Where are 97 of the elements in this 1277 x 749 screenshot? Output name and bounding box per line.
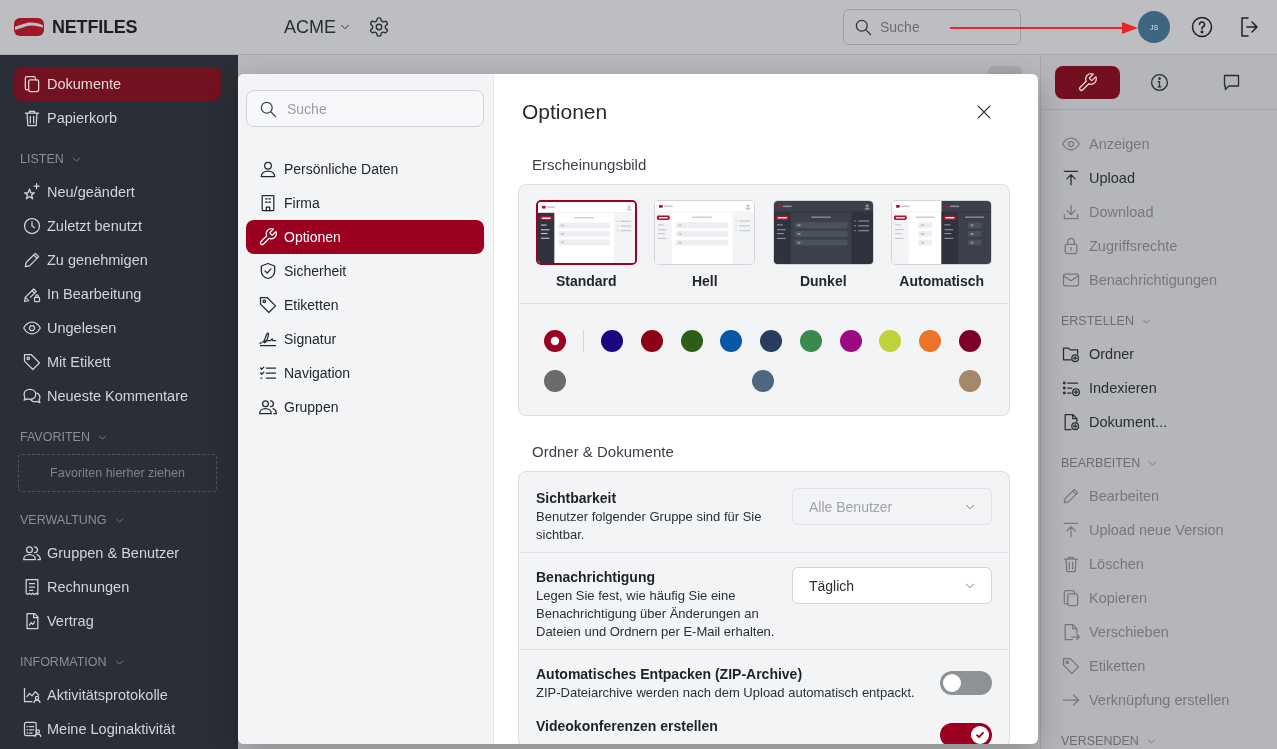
theme-option[interactable]: Hell: [654, 200, 756, 291]
color-swatch-icon[interactable]: [544, 370, 566, 392]
favorites-dropzone[interactable]: Favoriten hierher ziehen: [18, 454, 217, 492]
theme-option[interactable]: Automatisch: [891, 200, 993, 291]
settings-icon[interactable]: [368, 16, 390, 38]
toggle-switch[interactable]: [940, 671, 992, 695]
section-title: Ordner & Dokumente: [531, 442, 674, 462]
tag-icon: [22, 352, 42, 372]
pencil-icon: [22, 250, 42, 270]
color-swatch-icon[interactable]: [760, 330, 783, 352]
sidebar-item[interactable]: Neu/geändert: [14, 175, 221, 209]
tag-icon: [258, 295, 278, 315]
chat-bubbles-icon: [22, 386, 42, 406]
color-swatch-icon[interactable]: [720, 330, 743, 352]
color-swatch-icon[interactable]: [959, 370, 981, 392]
speech-bubble-icon: [1221, 72, 1242, 93]
color-swatch-icon[interactable]: [640, 330, 663, 352]
download-icon: [1061, 202, 1081, 222]
check-icon: [974, 729, 986, 741]
sidebar-item[interactable]: Mit Etikett: [14, 345, 221, 379]
setting-title: Benachrichtigung: [536, 568, 656, 587]
setting-description: Benutzer folgender Gruppe sind für Sie sichtbar.: [536, 508, 763, 544]
workspace-switcher[interactable]: ACME: [284, 16, 352, 38]
settings-nav-item[interactable]: Firma: [246, 186, 484, 220]
toggle-switch[interactable]: [940, 723, 992, 744]
setting-title: Videokonferenzen erstellen: [536, 717, 718, 736]
person-icon: [258, 159, 278, 179]
color-swatch-icon[interactable]: [751, 370, 774, 392]
settings-nav-item[interactable]: Signatur: [246, 322, 484, 356]
sidebar-item[interactable]: Gruppen & Benutzer: [14, 536, 221, 570]
search-field[interactable]: Suche: [843, 9, 1021, 45]
dropdown-field[interactable]: Täglich: [792, 567, 992, 604]
pages-icon: [1061, 588, 1081, 608]
sidebar-item[interactable]: Ungelesen: [14, 311, 221, 345]
panel-tab[interactable]: [1055, 66, 1120, 99]
sidebar-item[interactable]: Zu genehmigen: [14, 243, 221, 277]
setting-description: ZIP-Dateiarchive werden nach dem Upload automatisch entpackt.: [536, 684, 915, 702]
wrench-icon: [258, 227, 278, 247]
theme-option[interactable]: Dunkel: [772, 200, 874, 291]
sidebar-item[interactable]: Meine Loginaktivität: [14, 712, 221, 746]
wrench-icon: [1077, 72, 1098, 93]
settings-nav-item[interactable]: Optionen: [246, 220, 484, 254]
list-person-icon: [22, 719, 42, 739]
color-swatch-icon[interactable]: [879, 330, 902, 352]
setting-title: Automatisches Entpacken (ZIP-Archive): [536, 665, 804, 684]
people-icon: [22, 543, 42, 563]
color-swatch-icon[interactable]: [919, 330, 942, 352]
settings-nav-item[interactable]: Persönliche Daten: [246, 152, 484, 186]
settings-nav-item[interactable]: Navigation: [246, 356, 484, 390]
sidebar-item[interactable]: Vertrag: [14, 604, 221, 638]
section-header[interactable]: LISTEN: [14, 135, 83, 175]
search-field[interactable]: Suche: [246, 90, 484, 127]
settings-nav-item[interactable]: Sicherheit: [246, 254, 484, 288]
sidebar-item[interactable]: Aktivitätsprotokolle: [14, 678, 221, 712]
setting-title: Sichtbarkeit: [536, 489, 618, 508]
trash-icon: [22, 108, 42, 128]
section-header[interactable]: INFORMATION: [14, 638, 126, 678]
setting-description: Legen Sie fest, wie häufig Sie eine Benachrichtigung über Änderungen an Dateien und Ordnern per E-Mail erhalten.: [536, 587, 776, 641]
trash-icon: [1061, 554, 1081, 574]
sidebar-item[interactable]: Papierkorb: [14, 101, 221, 135]
shield-check-icon: [258, 261, 278, 281]
upload-icon: [1061, 168, 1081, 188]
pages-icon: [22, 74, 42, 94]
logo-text: NETFILES: [52, 16, 138, 38]
chart-person-icon: [22, 685, 42, 705]
settings-nav-item[interactable]: Etiketten: [246, 288, 484, 322]
sidebar-item[interactable]: Zuletzt benutzt: [14, 209, 221, 243]
color-swatch-icon[interactable]: [544, 330, 566, 352]
sidebar-item[interactable]: In Bearbeitung: [14, 277, 221, 311]
pencil-icon: [1061, 486, 1081, 506]
action-item[interactable]: Upload: [1061, 161, 1277, 195]
section-title: Erscheinungsbild: [531, 155, 647, 175]
info-icon: [1149, 72, 1170, 93]
search-icon: [853, 17, 873, 37]
color-swatch-icon[interactable]: [680, 330, 703, 352]
color-swatch-icon[interactable]: [958, 330, 981, 352]
theme-option[interactable]: Standard: [535, 200, 637, 291]
action-item[interactable]: Indexieren: [1061, 371, 1277, 405]
sparkle-star-icon: [22, 182, 42, 202]
color-swatch-icon[interactable]: [799, 330, 822, 352]
tag-icon: [1061, 656, 1081, 676]
action-item[interactable]: Dokument...: [1061, 405, 1277, 439]
dialog-title: Optionen: [522, 100, 608, 124]
help-icon[interactable]: [1190, 15, 1214, 39]
logo-icon: [14, 17, 44, 37]
clock-icon: [22, 216, 42, 236]
color-swatch-icon[interactable]: [601, 330, 623, 352]
color-swatch-icon[interactable]: [839, 330, 862, 352]
upload-icon: [1061, 520, 1081, 540]
settings-nav-item[interactable]: Gruppen: [246, 390, 484, 424]
sidebar-item[interactable]: Neueste Kommentare: [14, 379, 221, 413]
people-icon: [258, 397, 278, 417]
sidebar-item[interactable]: Dokumente: [14, 67, 221, 101]
section-header[interactable]: FAVORITEN: [14, 413, 109, 453]
sidebar-item[interactable]: Rechnungen: [14, 570, 221, 604]
section-header[interactable]: VERWALTUNG: [14, 496, 126, 536]
action-item[interactable]: Ordner: [1061, 337, 1277, 371]
